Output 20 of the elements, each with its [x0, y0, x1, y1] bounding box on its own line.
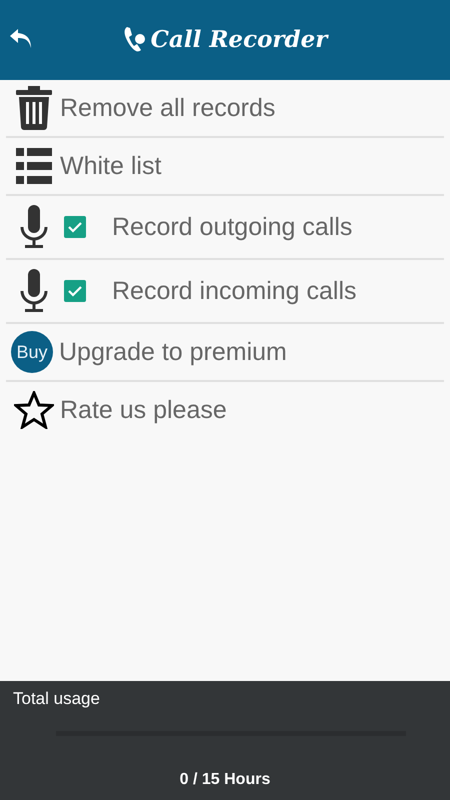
check-icon: [68, 221, 82, 233]
menu-item[interactable]: Rate us please: [60, 396, 227, 424]
usage-title: Total usage: [13, 689, 101, 709]
star-icon: [14, 391, 54, 429]
menu-item[interactable]: White list: [60, 152, 162, 180]
app-title: Call Recorder: [150, 26, 328, 52]
menu-item[interactable]: Remove all records: [60, 94, 276, 122]
microphone-icon: [20, 269, 48, 313]
menu-item[interactable]: Record incoming calls: [112, 276, 357, 306]
trash-icon: [16, 86, 52, 130]
check-icon: [68, 285, 82, 297]
microphone-icon: [20, 205, 48, 249]
buy-badge[interactable]: Buy: [11, 331, 53, 373]
phone-icon: [122, 25, 147, 53]
checkbox[interactable]: [64, 216, 86, 238]
list-icon: [16, 148, 52, 184]
menu-item[interactable]: Upgrade to premium: [59, 338, 287, 366]
menu-item[interactable]: Record outgoing calls: [112, 212, 352, 242]
usage-reading: 0 / 15 Hours: [178, 771, 272, 789]
checkbox[interactable]: [64, 280, 86, 302]
